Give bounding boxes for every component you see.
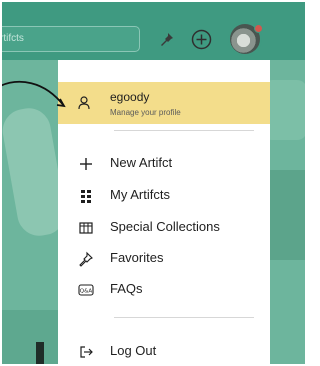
menu-item-label: Special Collections [110,219,220,234]
menu-item-label: New Artifct [110,155,173,170]
menu-item-faqs[interactable]: Q&A FAQs [58,276,270,304]
plus-icon [80,158,92,170]
menu-item-new-artifct[interactable]: New Artifct [58,150,270,178]
menu-item-label: FAQs [110,281,143,296]
menu-divider [114,317,254,318]
menu-item-favorites[interactable]: Favorites [58,245,270,273]
annotation-arrow-icon [0,80,66,108]
profile-subtext: Manage your profile [110,108,181,117]
menu-item-label: Log Out [110,343,157,358]
svg-text:Q&A: Q&A [80,289,93,295]
plus-circle-icon[interactable] [191,29,212,50]
logout-icon [80,346,93,358]
menu-divider [114,130,254,131]
menu-item-log-out[interactable]: Log Out [58,338,270,366]
user-menu: egoody Manage your profile New Artifct M… [58,60,270,366]
user-icon [78,96,90,110]
menu-item-special-collections[interactable]: Special Collections [58,214,270,242]
notification-dot-icon [254,24,263,33]
pin-icon [79,251,93,267]
pin-icon[interactable] [159,31,175,47]
profile-menu-item[interactable]: egoody Manage your profile [58,82,270,124]
profile-username: egoody [110,90,150,104]
search-input[interactable]: rtifcts [0,26,140,52]
collection-icon [79,222,93,234]
menu-item-label: My Artifcts [110,187,170,202]
menu-item-label: Favorites [110,250,164,265]
faq-icon: Q&A [78,284,94,296]
background-shape [0,310,58,366]
background-shape [36,342,44,366]
top-header: rtifcts [0,0,307,60]
grid-icon [81,190,91,203]
menu-item-my-artifcts[interactable]: My Artifcts [58,182,270,210]
